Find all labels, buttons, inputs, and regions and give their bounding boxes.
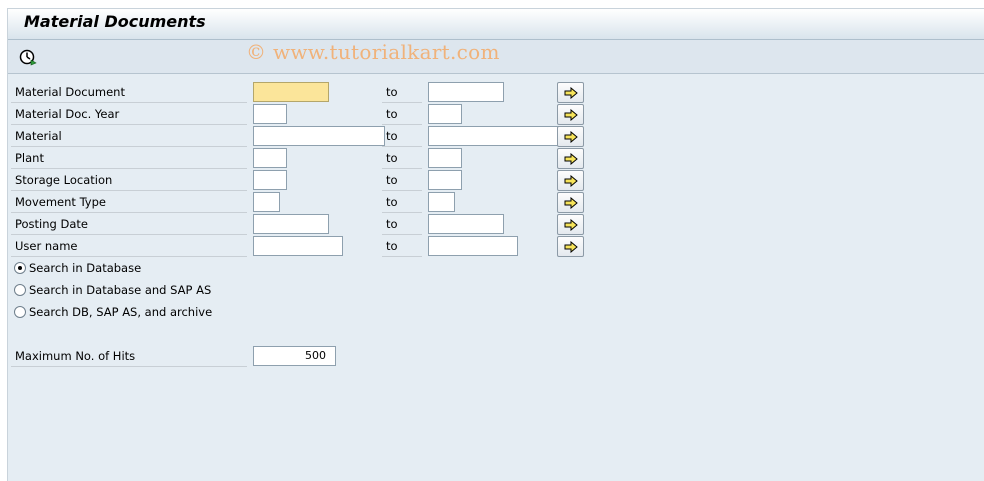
movement-type-from-input[interactable] <box>253 192 280 212</box>
posting-date-to-input[interactable] <box>428 214 504 234</box>
storage-location-to-input[interactable] <box>428 170 462 190</box>
arrow-right-icon <box>564 152 578 165</box>
movement-type-to-input[interactable] <box>428 192 455 212</box>
multiple-selection-button[interactable] <box>557 82 584 103</box>
to-label: to <box>382 126 422 147</box>
material-document-from-input[interactable] <box>253 82 329 102</box>
multiple-selection-button[interactable] <box>557 170 584 191</box>
field-label: Movement Type <box>11 192 247 213</box>
field-label: Plant <box>11 148 247 169</box>
material-to-input[interactable] <box>428 126 560 146</box>
to-label: to <box>382 104 422 125</box>
execute-button[interactable] <box>18 47 38 67</box>
radio-search-database-and-sap-as[interactable]: Search in Database and SAP AS <box>14 280 211 300</box>
to-label: to <box>382 148 422 169</box>
arrow-right-icon <box>564 108 578 121</box>
radio-button[interactable] <box>14 284 26 296</box>
page-title: Material Documents <box>24 12 206 31</box>
radio-button[interactable] <box>14 306 26 318</box>
multiple-selection-button[interactable] <box>557 104 584 125</box>
watermark-text: © www.tutorialkart.com <box>246 40 500 64</box>
max-hits-label: Maximum No. of Hits <box>11 346 247 367</box>
application-toolbar: © www.tutorialkart.com <box>8 40 984 74</box>
arrow-right-icon <box>564 174 578 187</box>
radio-label: Search in Database and SAP AS <box>29 283 212 297</box>
title-bar: Material Documents <box>8 9 984 40</box>
field-label: Posting Date <box>11 214 247 235</box>
to-label: to <box>382 214 422 235</box>
to-label: to <box>382 170 422 191</box>
user-name-to-input[interactable] <box>428 236 518 256</box>
multiple-selection-button[interactable] <box>557 126 584 147</box>
screen-frame: Material Documents © www.tutorialkart.co… <box>7 8 984 481</box>
arrow-right-icon <box>564 86 578 99</box>
multiple-selection-button[interactable] <box>557 148 584 169</box>
arrow-right-icon <box>564 240 578 253</box>
material-doc-year-from-input[interactable] <box>253 104 287 124</box>
material-doc-year-to-input[interactable] <box>428 104 462 124</box>
field-label: User name <box>11 236 247 257</box>
to-label: to <box>382 192 422 213</box>
plant-from-input[interactable] <box>253 148 287 168</box>
storage-location-from-input[interactable] <box>253 170 287 190</box>
material-document-to-input[interactable] <box>428 82 504 102</box>
multiple-selection-button[interactable] <box>557 214 584 235</box>
field-label: Material <box>11 126 247 147</box>
user-name-from-input[interactable] <box>253 236 343 256</box>
to-label: to <box>382 82 422 103</box>
max-hits-input[interactable]: 500 <box>253 346 336 366</box>
material-from-input[interactable] <box>253 126 385 146</box>
multiple-selection-button[interactable] <box>557 236 584 257</box>
radio-search-db-sap-as-archive[interactable]: Search DB, SAP AS, and archive <box>14 302 212 322</box>
arrow-right-icon <box>564 218 578 231</box>
arrow-right-icon <box>564 130 578 143</box>
plant-to-input[interactable] <box>428 148 462 168</box>
radio-label: Search DB, SAP AS, and archive <box>29 305 213 319</box>
multiple-selection-button[interactable] <box>557 192 584 213</box>
field-label: Material Doc. Year <box>11 104 247 125</box>
radio-button-selected[interactable] <box>14 262 26 274</box>
execute-clock-icon <box>19 49 37 66</box>
posting-date-from-input[interactable] <box>253 214 329 234</box>
field-label: Material Document <box>11 82 247 103</box>
radio-search-in-database[interactable]: Search in Database <box>14 258 141 278</box>
radio-label: Search in Database <box>29 261 142 275</box>
arrow-right-icon <box>564 196 578 209</box>
to-label: to <box>382 236 422 257</box>
field-label: Storage Location <box>11 170 247 191</box>
